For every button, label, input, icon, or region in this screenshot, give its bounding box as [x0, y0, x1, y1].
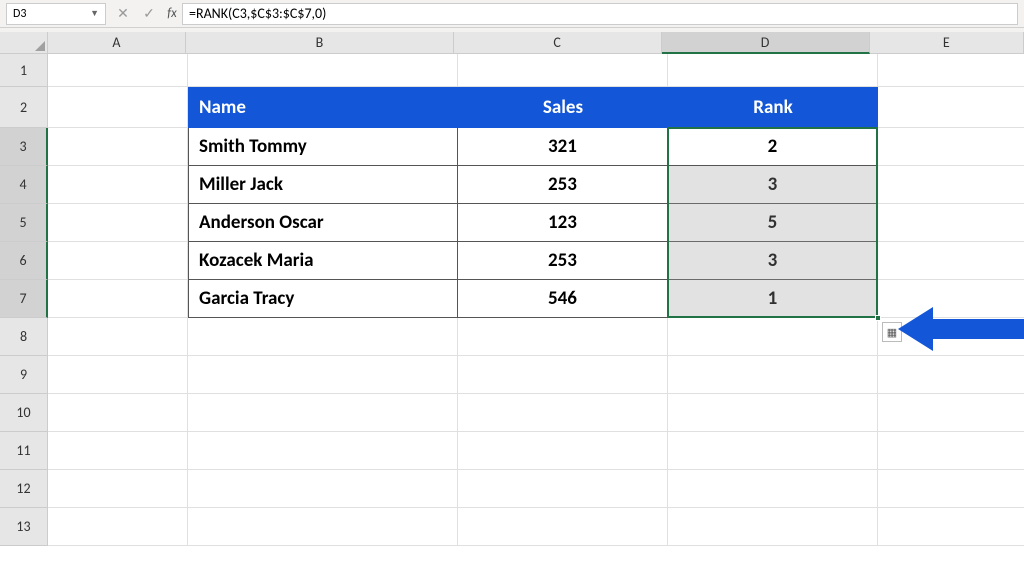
cell-B1[interactable] [188, 54, 458, 87]
cell-C1[interactable] [458, 54, 668, 87]
name-box[interactable]: D3 ▼ [6, 3, 106, 25]
cell-D9[interactable] [668, 356, 878, 394]
cell-B3[interactable]: Smith Tommy [188, 128, 458, 166]
cell-C11[interactable] [458, 432, 668, 470]
cell-A3[interactable] [48, 128, 188, 166]
cell-C12[interactable] [458, 470, 668, 508]
fx-icon[interactable]: fx [162, 6, 182, 21]
cell-A2[interactable] [48, 87, 188, 128]
cell-C3[interactable]: 321 [458, 128, 668, 166]
cell-E1[interactable] [878, 54, 1024, 87]
cell-A7[interactable] [48, 280, 188, 318]
row-header-6[interactable]: 6 [0, 242, 48, 280]
cell-A9[interactable] [48, 356, 188, 394]
cell-D1[interactable] [668, 54, 878, 87]
cell-E11[interactable] [878, 432, 1024, 470]
cell-A4[interactable] [48, 166, 188, 204]
cell-B5[interactable]: Anderson Oscar [188, 204, 458, 242]
cell-E6[interactable] [878, 242, 1024, 280]
cell-C7[interactable]: 546 [458, 280, 668, 318]
row-header-1[interactable]: 1 [0, 54, 48, 87]
cell-A12[interactable] [48, 470, 188, 508]
cell-A6[interactable] [48, 242, 188, 280]
chevron-down-icon[interactable]: ▼ [90, 8, 99, 19]
cell-A1[interactable] [48, 54, 188, 87]
row-header-3[interactable]: 3 [0, 128, 48, 166]
cell-D11[interactable] [668, 432, 878, 470]
col-header-A[interactable]: A [48, 32, 187, 54]
row-header-8[interactable]: 8 [0, 318, 48, 356]
cell-E9[interactable] [878, 356, 1024, 394]
cell-D12[interactable] [668, 470, 878, 508]
cell-C2[interactable]: Sales [458, 87, 668, 128]
cell-D8[interactable] [668, 318, 878, 356]
cell-C9[interactable] [458, 356, 668, 394]
cell-D4[interactable]: 3 [668, 166, 878, 204]
cell-C8[interactable] [458, 318, 668, 356]
cell-grid[interactable]: Name Sales Rank Smith Tommy 321 2 Miller… [48, 54, 1024, 546]
formula-input[interactable]: =RANK(C3,$C$3:$C$7,0) [182, 3, 1018, 25]
cell-B12[interactable] [188, 470, 458, 508]
arrow-icon [898, 299, 1024, 359]
row-header-12[interactable]: 12 [0, 470, 48, 508]
row-header-4[interactable]: 4 [0, 166, 48, 204]
cell-E3[interactable] [878, 128, 1024, 166]
cell-B2[interactable]: Name [188, 87, 458, 128]
col-header-B[interactable]: B [186, 32, 453, 54]
cell-E10[interactable] [878, 394, 1024, 432]
cell-B13[interactable] [188, 508, 458, 546]
cell-D10[interactable] [668, 394, 878, 432]
row-header-13[interactable]: 13 [0, 508, 48, 546]
row-gutter: 1 2 3 4 5 6 7 8 9 10 11 12 13 [0, 54, 48, 546]
col-header-C[interactable]: C [454, 32, 662, 54]
cell-A13[interactable] [48, 508, 188, 546]
row-header-11[interactable]: 11 [0, 432, 48, 470]
cell-C13[interactable] [458, 508, 668, 546]
cell-C6[interactable]: 253 [458, 242, 668, 280]
row-header-2[interactable]: 2 [0, 87, 48, 128]
row-header-5[interactable]: 5 [0, 204, 48, 242]
select-all-corner[interactable] [0, 32, 48, 54]
cell-D7[interactable]: 1 [668, 280, 878, 318]
cell-D5[interactable]: 5 [668, 204, 878, 242]
spreadsheet-grid: A B C D E 1 2 3 4 5 6 7 8 9 10 11 12 13 [0, 32, 1024, 546]
cell-E12[interactable] [878, 470, 1024, 508]
cell-E5[interactable] [878, 204, 1024, 242]
col-header-D[interactable]: D [662, 32, 870, 54]
cell-D2[interactable]: Rank [668, 87, 878, 128]
formula-text: =RANK(C3,$C$3:$C$7,0) [189, 5, 326, 22]
cell-E4[interactable] [878, 166, 1024, 204]
cell-D3[interactable]: 2 [668, 128, 878, 166]
cell-E2[interactable] [878, 87, 1024, 128]
cell-B8[interactable] [188, 318, 458, 356]
cell-B7[interactable]: Garcia Tracy [188, 280, 458, 318]
cell-A5[interactable] [48, 204, 188, 242]
formula-bar: D3 ▼ ✕ ✓ fx =RANK(C3,$C$3:$C$7,0) [0, 0, 1024, 28]
row-header-9[interactable]: 9 [0, 356, 48, 394]
cell-B10[interactable] [188, 394, 458, 432]
cell-C10[interactable] [458, 394, 668, 432]
cell-B4[interactable]: Miller Jack [188, 166, 458, 204]
cell-E13[interactable] [878, 508, 1024, 546]
row-header-7[interactable]: 7 [0, 280, 48, 318]
cell-A11[interactable] [48, 432, 188, 470]
row-header-10[interactable]: 10 [0, 394, 48, 432]
cell-C4[interactable]: 253 [458, 166, 668, 204]
confirm-formula-button[interactable]: ✓ [136, 5, 162, 22]
col-header-E[interactable]: E [870, 32, 1024, 54]
cell-B11[interactable] [188, 432, 458, 470]
cell-A8[interactable] [48, 318, 188, 356]
cancel-formula-button[interactable]: ✕ [110, 5, 136, 22]
cell-A10[interactable] [48, 394, 188, 432]
name-box-value: D3 [13, 7, 86, 21]
cell-D6[interactable]: 3 [668, 242, 878, 280]
cell-C5[interactable]: 123 [458, 204, 668, 242]
cell-B9[interactable] [188, 356, 458, 394]
cell-B6[interactable]: Kozacek Maria [188, 242, 458, 280]
cell-D13[interactable] [668, 508, 878, 546]
